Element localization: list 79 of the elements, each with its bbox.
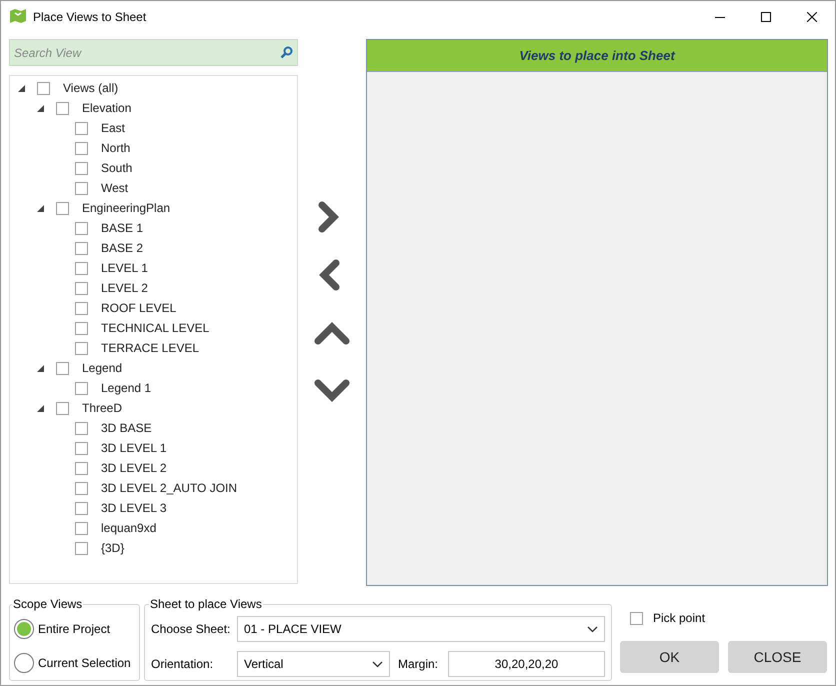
checkbox[interactable]: [75, 322, 88, 334]
checkbox[interactable]: [75, 522, 88, 534]
checkbox[interactable]: [75, 542, 88, 554]
checkbox[interactable]: [630, 612, 643, 624]
tree-item-label[interactable]: BASE 2: [101, 239, 144, 257]
checkbox[interactable]: [75, 502, 88, 514]
checkbox[interactable]: [75, 162, 88, 174]
panel-title: Views to place into Sheet: [519, 46, 675, 65]
checkbox[interactable]: [56, 102, 69, 114]
expanded-triangle-icon[interactable]: [37, 104, 44, 112]
expanded-triangle-icon[interactable]: [37, 404, 44, 412]
margin-field[interactable]: 30,20,20,20: [448, 651, 605, 677]
checkbox[interactable]: [75, 182, 88, 194]
field-label: Margin:: [398, 656, 440, 673]
checkbox[interactable]: [75, 222, 88, 234]
dropdown-caret-icon: [372, 660, 383, 668]
checkbox[interactable]: [75, 382, 88, 394]
radio-button[interactable]: [14, 653, 34, 673]
tree-item-label[interactable]: 3D LEVEL 3: [101, 499, 167, 517]
checkbox[interactable]: [75, 422, 88, 434]
field-label: Choose Sheet:: [151, 621, 232, 638]
tree-item-label[interactable]: ThreeD: [82, 399, 122, 417]
tree-item-label[interactable]: BASE 1: [101, 219, 144, 237]
tree-item-label[interactable]: ROOF LEVEL: [101, 299, 176, 317]
checkbox[interactable]: [75, 302, 88, 314]
ok-button[interactable]: OK: [620, 641, 719, 673]
tree-item-label[interactable]: Elevation: [82, 99, 132, 117]
checkbox[interactable]: [75, 482, 88, 494]
tree-item-label[interactable]: East: [101, 119, 126, 137]
checkbox[interactable]: [75, 462, 88, 474]
tree-item-label[interactable]: {3D}: [101, 539, 124, 557]
checkbox[interactable]: [56, 362, 69, 374]
checkbox[interactable]: [75, 342, 88, 354]
tree-item-label[interactable]: TERRACE LEVEL: [101, 339, 200, 357]
checkbox[interactable]: [56, 402, 69, 414]
checkbox[interactable]: [75, 262, 88, 274]
window-title: Place Views to Sheet: [33, 9, 146, 26]
tree-item-label[interactable]: West: [101, 179, 128, 197]
search-field[interactable]: Search View: [9, 39, 298, 66]
tree-item-label[interactable]: LEVEL 1: [101, 259, 148, 277]
checkbox[interactable]: [56, 202, 69, 214]
group-label: Scope Views: [12, 596, 84, 613]
checkbox-label[interactable]: Pick point: [653, 609, 706, 627]
checkbox[interactable]: [37, 82, 50, 94]
tree-item-label[interactable]: TECHNICAL LEVEL: [101, 319, 210, 337]
tree-item-label[interactable]: 3D BASE: [101, 419, 152, 437]
radio-label[interactable]: Entire Project: [38, 620, 110, 638]
tree-item-label[interactable]: LEVEL 2: [101, 279, 148, 297]
radio-button[interactable]: [14, 619, 34, 639]
checkbox[interactable]: [75, 242, 88, 254]
orientation-dropdown[interactable]: Vertical: [237, 651, 390, 677]
checkbox[interactable]: [75, 282, 88, 294]
field-label: Orientation:: [151, 656, 214, 673]
app-logo-icon: [9, 9, 27, 25]
close-icon: [807, 12, 817, 22]
close-dialog-button[interactable]: CLOSE: [728, 641, 827, 673]
tree-item-label[interactable]: Legend: [82, 359, 122, 377]
tree-item-label[interactable]: South: [101, 159, 132, 177]
radio-label[interactable]: Current Selection: [38, 654, 131, 672]
group-label: Sheet to place Views: [149, 596, 263, 613]
minimize-icon: [715, 16, 725, 18]
tree-item-label[interactable]: 3D LEVEL 2_AUTO JOIN: [101, 479, 238, 497]
tree-item-label[interactable]: North: [101, 139, 130, 157]
maximize-icon: [761, 12, 771, 22]
dropdown-caret-icon: [587, 626, 598, 632]
checkbox[interactable]: [75, 142, 88, 154]
tree-item-label[interactable]: Views (all): [63, 79, 118, 97]
tree-item-label[interactable]: 3D LEVEL 2: [101, 459, 167, 477]
expanded-triangle-icon[interactable]: [37, 204, 44, 212]
tree-item-label[interactable]: 3D LEVEL 1: [101, 439, 167, 457]
tree-item-label[interactable]: lequan9xd: [101, 519, 156, 537]
expanded-triangle-icon[interactable]: [18, 84, 25, 92]
sheet-dropdown[interactable]: 01 - PLACE VIEW: [237, 616, 605, 642]
expanded-triangle-icon[interactable]: [37, 364, 44, 372]
search-icon: [280, 46, 293, 59]
checkbox[interactable]: [75, 122, 88, 134]
tree-item-label[interactable]: EngineeringPlan: [82, 199, 170, 217]
checkbox[interactable]: [75, 442, 88, 454]
tree-item-label[interactable]: Legend 1: [101, 379, 152, 397]
